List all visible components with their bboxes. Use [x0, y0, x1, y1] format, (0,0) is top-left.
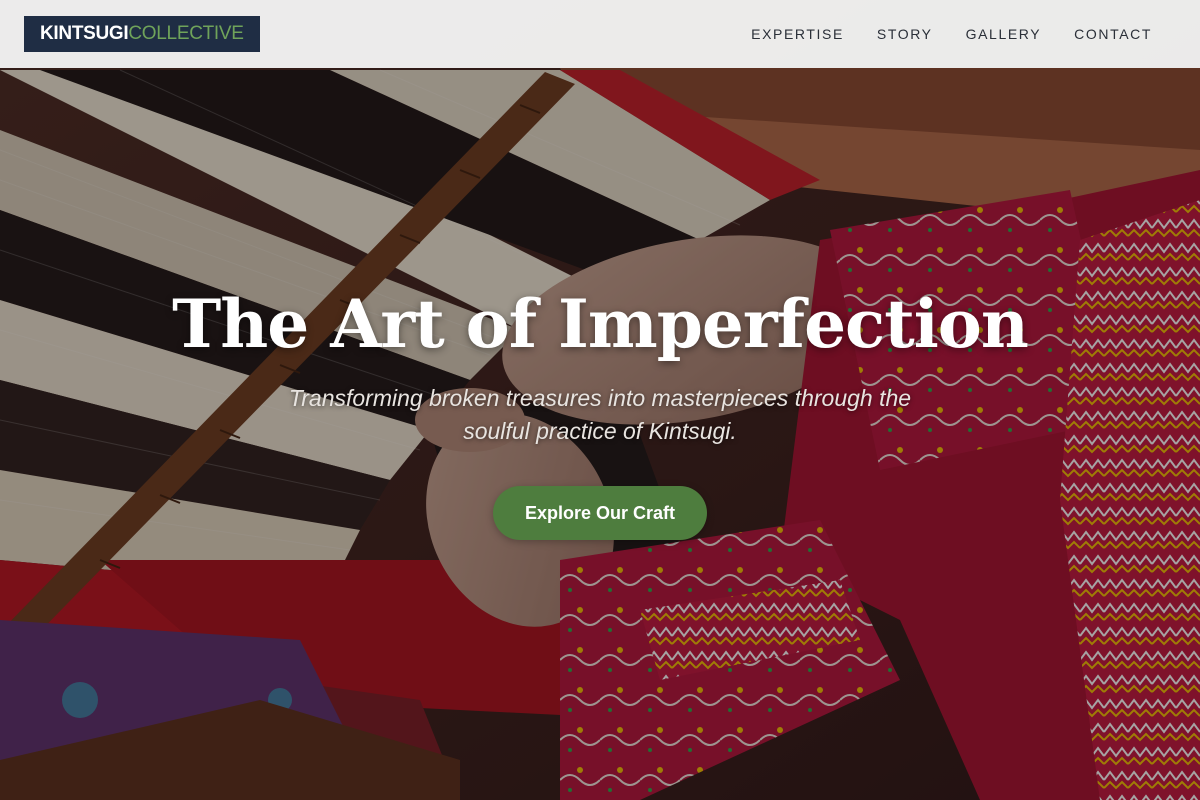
explore-craft-button[interactable]: Explore Our Craft — [492, 486, 708, 540]
hero-section: The Art of Imperfection Transforming bro… — [0, 282, 1200, 540]
logo-secondary-text: COLLECTIVE — [128, 23, 244, 44]
main-nav: EXPERTISE STORY GALLERY CONTACT — [751, 0, 1152, 68]
nav-link-expertise[interactable]: EXPERTISE — [751, 26, 844, 42]
hero-subtitle: Transforming broken treasures into maste… — [288, 385, 912, 444]
logo-primary-text: KINTSUGI — [40, 23, 129, 44]
nav-link-gallery[interactable]: GALLERY — [966, 26, 1042, 42]
site-header: KINTSUGI COLLECTIVE EXPERTISE STORY GALL… — [0, 0, 1200, 68]
site-logo[interactable]: KINTSUGI COLLECTIVE — [24, 16, 260, 52]
hero-title: The Art of Imperfection — [172, 285, 1029, 363]
nav-link-contact[interactable]: CONTACT — [1074, 26, 1152, 42]
nav-link-story[interactable]: STORY — [877, 26, 933, 42]
page: KINTSUGI COLLECTIVE EXPERTISE STORY GALL… — [0, 0, 1200, 800]
